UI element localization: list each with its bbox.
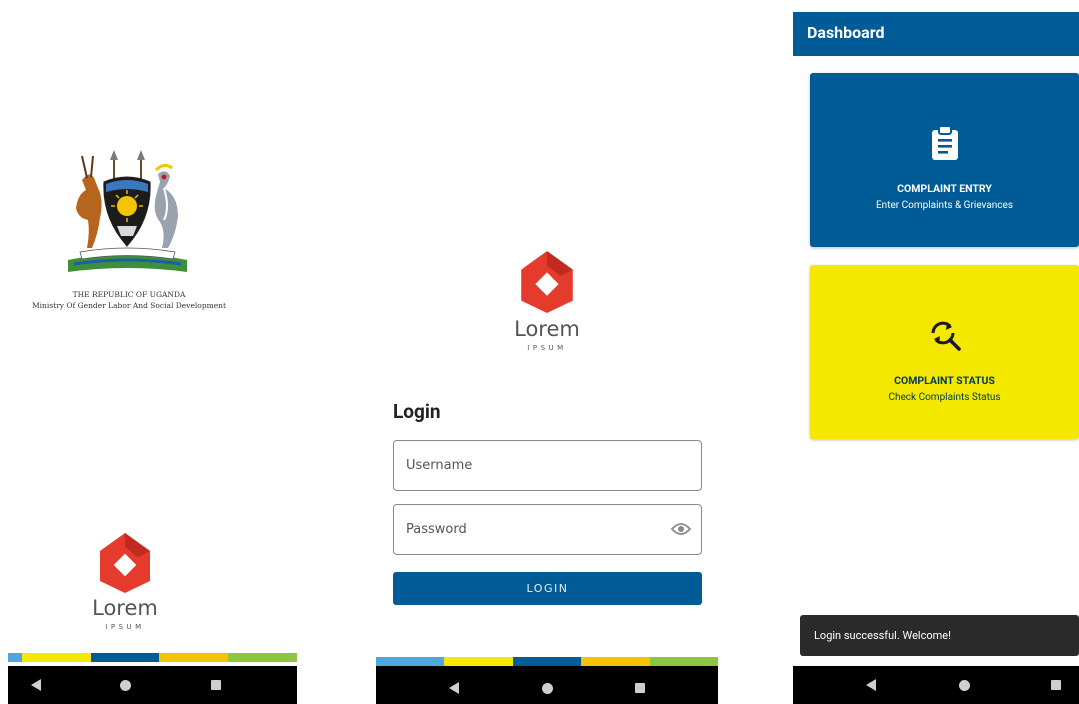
- ministry-caption: Ministry Of Gender Labor And Social Deve…: [31, 301, 227, 310]
- coat-of-arms-icon: [68, 150, 187, 272]
- system-navigation-bar: [8, 666, 297, 704]
- dashboard-screen: Dashboard COMPLAINT ENTRY Enter Complain…: [793, 0, 1079, 704]
- back-icon: [449, 682, 459, 694]
- back-button[interactable]: [851, 666, 891, 704]
- card-title: COMPLAINT STATUS: [894, 374, 995, 387]
- home-button[interactable]: [527, 669, 567, 704]
- recents-icon: [635, 683, 645, 693]
- home-button[interactable]: [105, 666, 145, 704]
- logo-tagline: IPSUM: [105, 623, 145, 631]
- recents-button[interactable]: [1036, 666, 1076, 704]
- home-icon: [119, 679, 131, 691]
- home-icon: [541, 682, 553, 694]
- home-icon: [958, 679, 970, 691]
- username-field[interactable]: [393, 440, 702, 491]
- complaint-status-card[interactable]: COMPLAINT STATUS Check Complaints Status: [810, 265, 1079, 439]
- card-subtitle: Enter Complaints & Grievances: [876, 200, 1013, 211]
- logo-wordmark: Lorem: [92, 596, 158, 620]
- snackbar-message: Login successful. Welcome!: [800, 615, 1079, 656]
- back-button[interactable]: [434, 669, 474, 704]
- recents-icon: [211, 680, 221, 690]
- password-field[interactable]: [393, 504, 702, 555]
- recents-button[interactable]: [196, 666, 236, 704]
- eye-icon[interactable]: [671, 521, 691, 537]
- card-title: COMPLAINT ENTRY: [897, 182, 992, 195]
- logo-wordmark: Lorem: [514, 317, 580, 341]
- login-title: Login: [393, 400, 441, 423]
- recents-icon: [1051, 680, 1061, 690]
- card-subtitle: Check Complaints Status: [888, 392, 1001, 403]
- page-title: Dashboard: [807, 23, 885, 42]
- color-stripe: [376, 657, 719, 666]
- login-button[interactable]: LOGIN: [393, 572, 702, 605]
- username-input[interactable]: [406, 441, 666, 490]
- country-caption: THE REPUBLIC OF UGANDA: [72, 290, 186, 299]
- logo-tagline: IPSUM: [527, 344, 567, 352]
- password-input[interactable]: [406, 505, 666, 554]
- clipboard-icon: [931, 125, 958, 160]
- home-button[interactable]: [944, 666, 984, 704]
- app-bar: Dashboard: [793, 12, 1079, 56]
- system-navigation-bar: [376, 666, 718, 704]
- back-icon: [866, 679, 876, 691]
- back-button[interactable]: [16, 666, 56, 704]
- system-navigation-bar: [793, 666, 1079, 704]
- recents-button[interactable]: [620, 669, 660, 704]
- search-refresh-icon: [931, 321, 961, 351]
- login-screen: Lorem IPSUM Login LOGIN: [376, 0, 720, 704]
- lorem-logo-icon: [100, 533, 150, 593]
- color-stripe: [8, 653, 298, 662]
- complaint-entry-card[interactable]: COMPLAINT ENTRY Enter Complaints & Griev…: [810, 73, 1079, 247]
- splash-screen: THE REPUBLIC OF UGANDA Ministry Of Gende…: [0, 0, 300, 704]
- back-icon: [31, 679, 41, 691]
- lorem-logo-icon: [521, 251, 573, 313]
